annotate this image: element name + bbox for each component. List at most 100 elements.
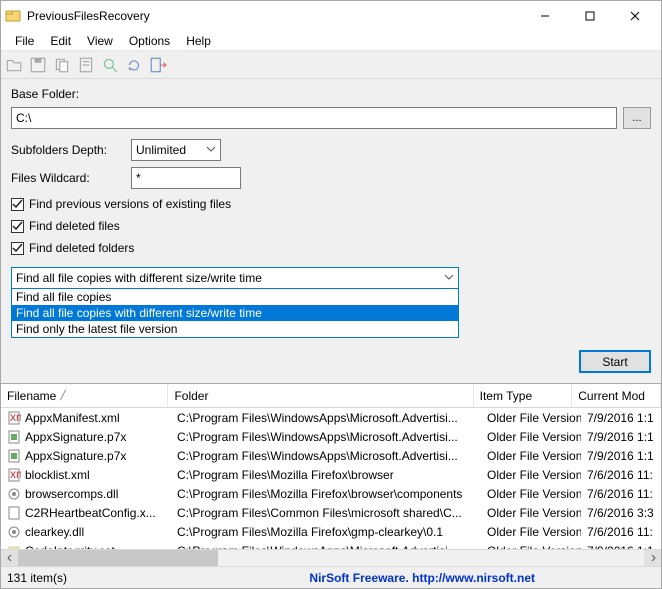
file-icon: xml xyxy=(7,468,21,482)
copy-mode-combo[interactable]: Find all file copies with different size… xyxy=(11,267,459,338)
col-itemtype[interactable]: Item Type xyxy=(474,384,573,407)
cell-itemtype: Older File Version xyxy=(481,487,581,501)
cell-filename: xmlblocklist.xml xyxy=(1,468,171,482)
cell-curmod: 7/6/2016 3:3 xyxy=(581,506,661,520)
file-icon xyxy=(7,449,21,463)
svg-text:xml: xml xyxy=(10,468,21,481)
combo-option-diff[interactable]: Find all file copies with different size… xyxy=(12,305,458,321)
cell-itemtype: Older File Version xyxy=(481,411,581,425)
svg-text:xml: xml xyxy=(10,411,21,424)
maximize-button[interactable] xyxy=(567,1,612,31)
start-button[interactable]: Start xyxy=(579,350,651,373)
cell-itemtype: Older File Version xyxy=(481,506,581,520)
scroll-track[interactable] xyxy=(18,550,644,567)
browse-button[interactable]: ... xyxy=(623,107,651,129)
save-icon[interactable] xyxy=(29,56,47,74)
cell-filename: browsercomps.dll xyxy=(1,487,171,501)
find-icon[interactable] xyxy=(101,56,119,74)
menu-view[interactable]: View xyxy=(79,32,121,50)
menu-help[interactable]: Help xyxy=(178,32,219,50)
files-wildcard-label: Files Wildcard: xyxy=(11,171,121,185)
status-branding: NirSoft Freeware. http://www.nirsoft.net xyxy=(309,571,535,585)
minimize-button[interactable] xyxy=(522,1,567,31)
cell-curmod: 7/6/2016 11: xyxy=(581,487,661,501)
table-row[interactable]: AppxSignature.p7xC:\Program Files\Window… xyxy=(1,446,661,465)
menu-file[interactable]: File xyxy=(7,32,42,50)
close-button[interactable] xyxy=(612,1,657,31)
cell-itemtype: Older File Version xyxy=(481,468,581,482)
cell-folder: C:\Program Files\WindowsApps\Microsoft.A… xyxy=(171,411,481,425)
chk-deleted-folders-label: Find deleted folders xyxy=(29,241,134,255)
list-body[interactable]: xmlAppxManifest.xmlC:\Program Files\Wind… xyxy=(1,408,661,549)
col-folder[interactable]: Folder xyxy=(168,384,473,407)
cell-filename: xmlAppxManifest.xml xyxy=(1,411,171,425)
cell-itemtype: Older File Version xyxy=(481,525,581,539)
cell-folder: C:\Program Files\WindowsApps\Microsoft.A… xyxy=(171,449,481,463)
cell-folder: C:\Program Files\Mozilla Firefox\gmp-cle… xyxy=(171,525,481,539)
results-listview: Filename ╱ Folder Item Type Current Mod … xyxy=(1,384,661,566)
files-wildcard-input[interactable] xyxy=(131,167,241,189)
copy-mode-selected: Find all file copies with different size… xyxy=(16,271,262,285)
chevron-down-icon xyxy=(206,143,216,157)
cell-filename: clearkey.dll xyxy=(1,525,171,539)
list-header: Filename ╱ Folder Item Type Current Mod xyxy=(1,384,661,408)
table-row[interactable]: C2RHeartbeatConfig.x...C:\Program Files\… xyxy=(1,503,661,522)
table-row[interactable]: xmlAppxManifest.xmlC:\Program Files\Wind… xyxy=(1,408,661,427)
properties-icon[interactable] xyxy=(77,56,95,74)
toolbar xyxy=(1,51,661,79)
open-icon[interactable] xyxy=(5,56,23,74)
scroll-left-icon[interactable] xyxy=(1,550,18,567)
window-title: PreviousFilesRecovery xyxy=(27,9,522,23)
cell-curmod: 7/9/2016 1:1 xyxy=(581,411,661,425)
table-row[interactable]: AppxSignature.p7xC:\Program Files\Window… xyxy=(1,427,661,446)
statusbar: 131 item(s) NirSoft Freeware. http://www… xyxy=(1,566,661,588)
combo-option-all[interactable]: Find all file copies xyxy=(12,289,458,305)
table-row[interactable]: clearkey.dllC:\Program Files\Mozilla Fir… xyxy=(1,522,661,541)
cell-folder: C:\Program Files\Mozilla Firefox\browser… xyxy=(171,487,481,501)
cell-curmod: 7/9/2016 1:1 xyxy=(581,449,661,463)
exit-icon[interactable] xyxy=(149,56,167,74)
refresh-icon[interactable] xyxy=(125,56,143,74)
file-icon xyxy=(7,506,21,520)
cell-filename: AppxSignature.p7x xyxy=(1,449,171,463)
subfolders-depth-value: Unlimited xyxy=(136,143,186,157)
chk-deleted-files[interactable] xyxy=(11,220,24,233)
cell-curmod: 7/6/2016 11: xyxy=(581,468,661,482)
status-item-count: 131 item(s) xyxy=(7,571,147,585)
table-row[interactable]: browsercomps.dllC:\Program Files\Mozilla… xyxy=(1,484,661,503)
base-folder-label: Base Folder: xyxy=(11,87,651,101)
base-folder-input[interactable] xyxy=(11,107,617,129)
copy-icon[interactable] xyxy=(53,56,71,74)
copy-mode-dropdown: Find all file copies Find all file copie… xyxy=(11,289,459,338)
menubar: File Edit View Options Help xyxy=(1,31,661,51)
cell-itemtype: Older File Version xyxy=(481,449,581,463)
file-icon xyxy=(7,525,21,539)
cell-filename: C2RHeartbeatConfig.x... xyxy=(1,506,171,520)
chk-previous-versions-label: Find previous versions of existing files xyxy=(29,197,231,211)
options-panel: Base Folder: ... Subfolders Depth: Unlim… xyxy=(1,79,661,384)
table-row[interactable]: xmlblocklist.xmlC:\Program Files\Mozilla… xyxy=(1,465,661,484)
menu-options[interactable]: Options xyxy=(121,32,178,50)
subfolders-depth-select[interactable]: Unlimited xyxy=(131,139,221,161)
chk-previous-versions[interactable] xyxy=(11,198,24,211)
chk-deleted-folders[interactable] xyxy=(11,242,24,255)
cell-curmod: 7/9/2016 1:1 xyxy=(581,430,661,444)
cell-folder: C:\Program Files\WindowsApps\Microsoft.A… xyxy=(171,430,481,444)
menu-edit[interactable]: Edit xyxy=(42,32,79,50)
scroll-thumb[interactable] xyxy=(18,550,218,567)
sort-asc-icon: ╱ xyxy=(60,390,65,401)
col-filename[interactable]: Filename ╱ xyxy=(1,384,168,407)
chevron-down-icon xyxy=(444,271,454,285)
cell-itemtype: Older File Version xyxy=(481,430,581,444)
col-filename-label: Filename xyxy=(7,389,56,403)
combo-option-latest[interactable]: Find only the latest file version xyxy=(12,321,458,337)
subfolders-depth-label: Subfolders Depth: xyxy=(11,143,121,157)
file-icon xyxy=(7,430,21,444)
horizontal-scrollbar[interactable] xyxy=(1,549,661,566)
col-curmod[interactable]: Current Mod xyxy=(572,384,661,407)
file-icon xyxy=(7,487,21,501)
file-icon: xml xyxy=(7,411,21,425)
chk-deleted-files-label: Find deleted files xyxy=(29,219,120,233)
table-row[interactable]: CodeIntegrity.catC:\Program Files\Window… xyxy=(1,541,661,549)
scroll-right-icon[interactable] xyxy=(644,550,661,567)
